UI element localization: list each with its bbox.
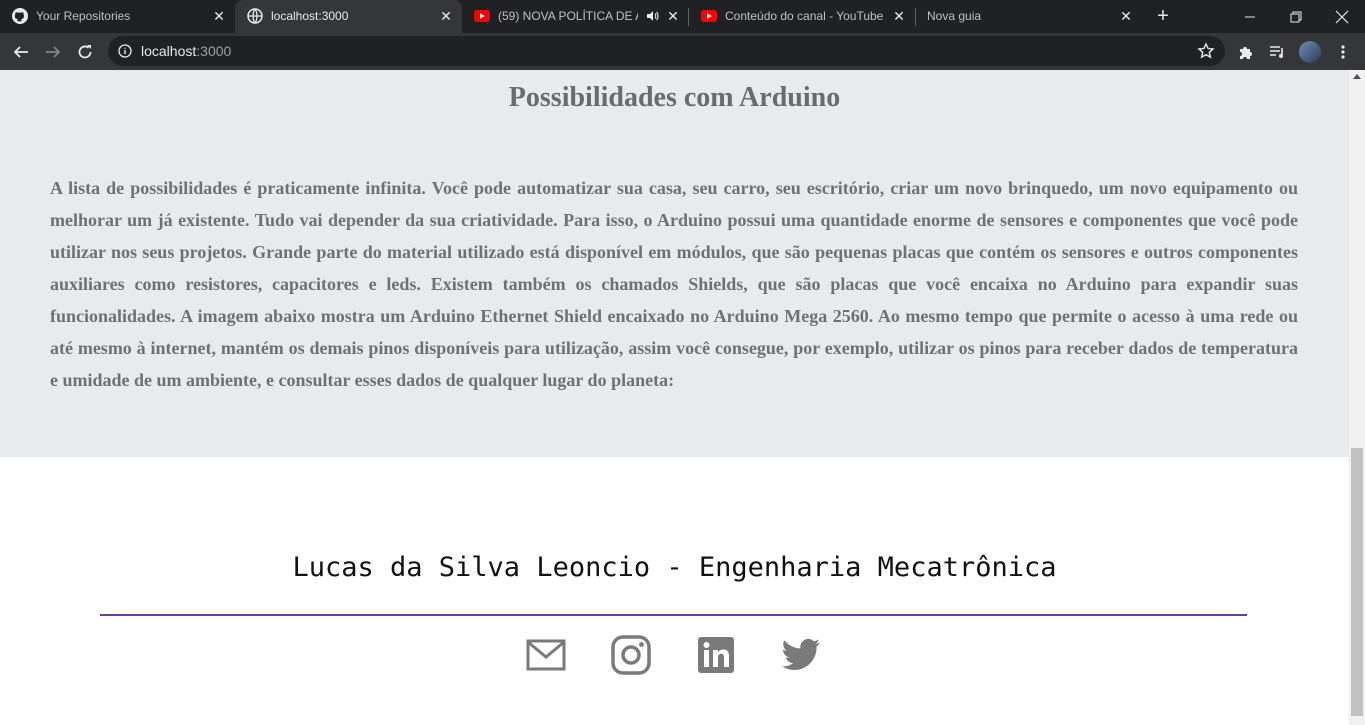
info-icon[interactable] bbox=[118, 44, 132, 58]
media-control-button[interactable] bbox=[1266, 40, 1290, 64]
url-port: :3000 bbox=[196, 43, 232, 59]
instagram-icon[interactable] bbox=[611, 635, 651, 675]
linkedin-icon[interactable] bbox=[696, 635, 736, 675]
puzzle-icon bbox=[1240, 47, 1252, 59]
menu-button[interactable] bbox=[1331, 40, 1355, 64]
section-paragraph: A lista de possibilidades é praticamente… bbox=[50, 178, 1298, 390]
url-host: localhost bbox=[141, 43, 197, 59]
restore-button[interactable] bbox=[1273, 0, 1319, 33]
twitter-icon[interactable] bbox=[781, 635, 821, 675]
kebab-menu-icon bbox=[1341, 45, 1345, 59]
scrollbar-thumb[interactable] bbox=[1351, 448, 1363, 716]
close-window-button[interactable] bbox=[1319, 0, 1365, 33]
address-bar[interactable]: localhost:3000 bbox=[108, 36, 1225, 66]
close-icon[interactable]: ✕ bbox=[666, 9, 680, 23]
tab-localhost[interactable]: localhost:3000 ✕ bbox=[235, 0, 462, 33]
url-text[interactable]: localhost:3000 bbox=[141, 43, 231, 59]
profile-button[interactable] bbox=[1298, 40, 1322, 64]
youtube-icon bbox=[701, 8, 717, 24]
avatar bbox=[1299, 41, 1321, 63]
page-viewport: Possibilidades com Arduino A lista de po… bbox=[0, 70, 1349, 725]
extensions-button[interactable] bbox=[1234, 40, 1258, 64]
footer-divider bbox=[100, 614, 1247, 616]
footer-author: Lucas da Silva Leoncio - Engenharia Meca… bbox=[292, 552, 1057, 583]
tab-new-tab[interactable]: Nova guia ✕ bbox=[916, 0, 1142, 33]
youtube-icon bbox=[474, 8, 490, 24]
page-scrollbar[interactable] bbox=[1349, 70, 1365, 725]
speaker-icon[interactable] bbox=[645, 9, 659, 26]
reload-button[interactable] bbox=[73, 40, 97, 64]
close-icon[interactable]: ✕ bbox=[892, 9, 906, 23]
tab-youtube-video[interactable]: (59) NOVA POLÍTICA DE AN ✕ bbox=[462, 0, 688, 33]
globe-icon bbox=[247, 8, 263, 24]
browser-toolbar: localhost:3000 bbox=[0, 33, 1365, 70]
close-icon[interactable]: ✕ bbox=[212, 9, 226, 23]
reload-icon bbox=[78, 45, 92, 59]
tab-title: Your Repositories bbox=[36, 9, 131, 23]
github-icon bbox=[12, 8, 28, 24]
mail-icon[interactable] bbox=[526, 635, 566, 675]
forward-button[interactable] bbox=[41, 40, 65, 64]
close-icon[interactable]: ✕ bbox=[1119, 9, 1133, 23]
tab-your-repositories[interactable]: Your Repositories ✕ bbox=[0, 0, 234, 33]
playlist-icon bbox=[1270, 46, 1283, 58]
section-title: Possibilidades com Arduino bbox=[508, 82, 841, 113]
scroll-up-arrow-icon[interactable] bbox=[1353, 74, 1361, 79]
close-icon[interactable]: ✕ bbox=[439, 9, 453, 23]
arduino-section: Possibilidades com Arduino A lista de po… bbox=[0, 70, 1349, 457]
arrow-left-icon bbox=[13, 46, 28, 58]
tab-title: (59) NOVA POLÍTICA DE AN bbox=[498, 9, 638, 23]
back-button[interactable] bbox=[9, 40, 33, 64]
tab-youtube-studio[interactable]: Conteúdo do canal - YouTube S ✕ bbox=[689, 0, 915, 33]
minimize-button[interactable] bbox=[1227, 0, 1273, 33]
tab-title: Nova guia bbox=[927, 9, 982, 23]
tab-strip: Your Repositories ✕ localhost:3000 ✕ (59… bbox=[0, 0, 1365, 33]
arrow-right-icon bbox=[46, 46, 61, 58]
star-icon[interactable] bbox=[1197, 42, 1215, 60]
tab-title: localhost:3000 bbox=[271, 9, 349, 23]
new-tab-button[interactable]: + bbox=[1152, 6, 1174, 28]
tab-title: Conteúdo do canal - YouTube S bbox=[725, 9, 887, 23]
